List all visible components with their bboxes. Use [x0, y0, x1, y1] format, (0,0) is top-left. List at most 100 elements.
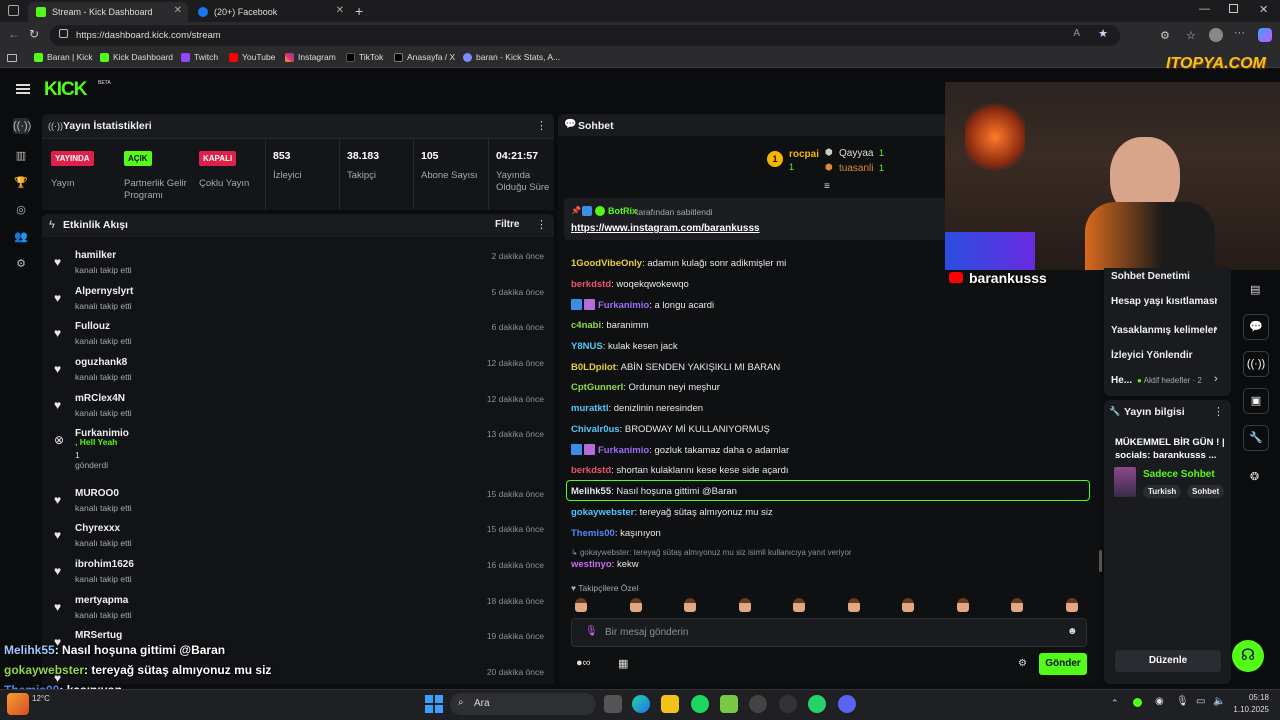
close-window-icon[interactable]: ✕: [1259, 3, 1268, 16]
site-info-icon[interactable]: [59, 29, 68, 38]
emote-icon[interactable]: [1065, 598, 1078, 612]
settings-nav-icon[interactable]: ⚙: [13, 256, 29, 272]
tray-chevron-icon[interactable]: ⌃: [1111, 698, 1119, 709]
activity-username[interactable]: Fullouz: [75, 321, 110, 332]
chat-username[interactable]: c4nabi: [571, 320, 601, 331]
activity-username[interactable]: mRClex4N: [75, 393, 125, 404]
emote-icon[interactable]: [629, 598, 642, 612]
profile-avatar[interactable]: [1209, 28, 1223, 42]
account-age-item[interactable]: Hesap yaşı kısıtlaması: [1111, 296, 1217, 307]
clock-date[interactable]: 1.10.2025: [1229, 705, 1269, 714]
hamburger-menu-icon[interactable]: [16, 84, 30, 94]
moderation-nav-icon[interactable]: ◎: [13, 202, 29, 218]
edge-icon[interactable]: [632, 695, 650, 713]
activity-username[interactable]: ibrohim1626: [75, 559, 134, 570]
tab-kick-dashboard[interactable]: Stream - Kick Dashboard ✕: [28, 2, 188, 22]
chat-username[interactable]: Melihk55: [571, 486, 611, 497]
file-explorer-icon[interactable]: [661, 695, 679, 713]
chat-username[interactable]: Furkanimio: [598, 445, 649, 456]
activity-username[interactable]: mertyapma: [75, 595, 128, 606]
microphone-icon[interactable]: 🎙: [585, 626, 598, 637]
whatsapp-icon[interactable]: [808, 695, 826, 713]
tab-actions-icon[interactable]: [8, 5, 19, 16]
category-link[interactable]: Sadece Sohbet: [1143, 469, 1215, 480]
close-tab-icon[interactable]: ✕: [336, 5, 344, 16]
stats-menu-icon[interactable]: ⋮: [536, 119, 547, 132]
chat-username[interactable]: gokaywebster: [571, 507, 634, 518]
chat-username[interactable]: berkdstd: [571, 465, 611, 476]
minimize-icon[interactable]: —: [1199, 3, 1210, 15]
bookmark-kick-dashboard[interactable]: Kick Dashboard: [100, 52, 173, 62]
pinned-link[interactable]: https://www.instagram.com/barankusss: [571, 223, 760, 234]
clock-time[interactable]: 05:18: [1243, 693, 1269, 702]
chat-username[interactable]: B0LDpilot: [571, 362, 616, 373]
tray-eye-icon[interactable]: ◉: [1155, 696, 1164, 707]
stream-info-menu-icon[interactable]: ⋮: [1213, 405, 1224, 418]
bookmark-twitch[interactable]: Twitch: [181, 52, 218, 62]
broadcast-toggle-icon[interactable]: ((·)): [1243, 351, 1269, 377]
bookmark-x[interactable]: Anasayfa / X: [394, 52, 455, 62]
bookmark-kick-stats[interactable]: baran - Kick Stats, A...: [463, 52, 560, 62]
layout-toggle-icon[interactable]: ▣: [1243, 388, 1269, 414]
copilot-icon[interactable]: [1258, 28, 1272, 42]
reload-icon[interactable]: ↻: [29, 27, 39, 41]
store-icon[interactable]: ▦: [618, 657, 628, 670]
obs-icon[interactable]: [749, 695, 767, 713]
steam-icon[interactable]: [779, 695, 797, 713]
volume-icon[interactable]: 🔈: [1213, 696, 1225, 707]
bookmark-baran-kick[interactable]: Baran | Kick: [34, 52, 93, 62]
emote-icon[interactable]: [956, 598, 969, 612]
emote-icon[interactable]: [684, 598, 696, 612]
maximize-icon[interactable]: [1229, 4, 1238, 13]
trophy-nav-icon[interactable]: 🏆: [13, 175, 29, 191]
tag-pill[interactable]: Turkish: [1143, 485, 1182, 498]
reading-list-icon[interactable]: [7, 54, 17, 62]
chat-username[interactable]: CptGunnerl: [571, 382, 623, 393]
chat-scrollbar[interactable]: [1099, 550, 1102, 572]
emoji-picker-icon[interactable]: ☻: [1067, 626, 1078, 637]
discord-icon[interactable]: [838, 695, 856, 713]
chat-username[interactable]: Furkanimio: [598, 300, 649, 311]
stream-nav-icon[interactable]: ((·)): [13, 118, 31, 134]
chat-username[interactable]: muratktl: [571, 403, 608, 414]
more-menu-icon[interactable]: ···: [1234, 27, 1245, 39]
emote-icon[interactable]: [1011, 598, 1023, 612]
activity-username[interactable]: MRSertug: [75, 630, 122, 641]
leaderboard-user[interactable]: rocpai: [789, 149, 819, 160]
viewer-redirect-item[interactable]: İzleyici Yönlendir: [1111, 350, 1193, 361]
banned-words-item[interactable]: Yasaklanmış kelimeler: [1111, 325, 1217, 336]
activity-menu-icon[interactable]: ⋮: [536, 218, 547, 231]
chat-username[interactable]: westinyo: [571, 559, 612, 570]
chat-username[interactable]: Chivalr0us: [571, 424, 620, 435]
nvidia-icon[interactable]: [720, 695, 738, 713]
taskbar-search[interactable]: [450, 693, 596, 715]
read-aloud-icon[interactable]: A: [1073, 28, 1080, 39]
tray-app-icon[interactable]: [1133, 698, 1142, 707]
tab-facebook[interactable]: (20+) Facebook ✕: [190, 2, 350, 22]
back-icon[interactable]: ←: [8, 27, 20, 41]
pinned-by-user[interactable]: BotRix: [608, 206, 637, 216]
weather-icon[interactable]: [7, 693, 29, 715]
favorites-icon[interactable]: ☆: [1186, 29, 1196, 42]
palette-icon[interactable]: ❂: [1250, 470, 1259, 483]
tools-toggle-icon[interactable]: 🔧: [1243, 425, 1269, 451]
kick-logo[interactable]: KICK: [44, 79, 87, 101]
tray-mic-icon[interactable]: 🎙: [1176, 696, 1189, 707]
send-button[interactable]: Gönder: [1039, 653, 1087, 675]
close-tab-icon[interactable]: ✕: [174, 5, 182, 16]
network-icon[interactable]: ▭: [1196, 696, 1205, 707]
chat-username[interactable]: Y8NUS: [571, 341, 603, 352]
activity-username[interactable]: hamilker: [75, 250, 116, 261]
activity-username[interactable]: Alpernyslyrt: [75, 286, 133, 297]
spotify-icon[interactable]: [691, 695, 709, 713]
emote-icon[interactable]: [902, 598, 914, 612]
chat-username[interactable]: Themis00: [571, 528, 615, 539]
activity-username[interactable]: oguzhank8: [75, 357, 127, 368]
emote-icon[interactable]: [847, 598, 860, 612]
windows-start-icon[interactable]: [425, 695, 443, 713]
filter-button[interactable]: Filtre: [495, 219, 519, 230]
activity-username[interactable]: MUROO0: [75, 488, 119, 499]
url-field[interactable]: https://dashboard.kick.com/stream A ★: [50, 25, 1120, 46]
community-nav-icon[interactable]: 👥: [13, 229, 29, 245]
leaderboard-user[interactable]: tuasanli: [839, 163, 873, 174]
